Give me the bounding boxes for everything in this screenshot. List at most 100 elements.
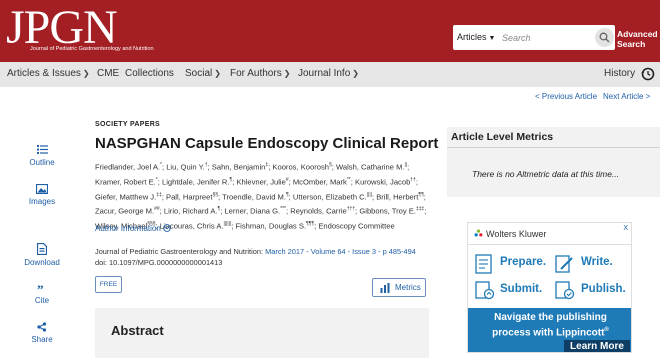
chevron-circle-down-icon — [163, 224, 171, 232]
author-name[interactable]: McOmber, Mark — [293, 177, 347, 186]
ad-step-prepare: Prepare. — [500, 256, 547, 268]
nav-cme[interactable]: CME — [97, 68, 119, 79]
pencil-icon — [555, 255, 573, 273]
ad-brand-name: Wolters Kluwer — [486, 229, 547, 239]
author-name[interactable]: Lirio, Richard A. — [164, 207, 218, 216]
issue-link[interactable]: March 2017 - Volume 64 - Issue 3 - p 485… — [265, 247, 416, 256]
search-input[interactable] — [499, 25, 595, 50]
nav-label: Collections — [125, 68, 174, 79]
author-affiliation-marker: §§ — [212, 191, 218, 198]
advanced-search-line1: Advanced — [617, 29, 658, 39]
abstract-section: Abstract — [95, 308, 429, 358]
share-icon — [37, 322, 47, 332]
metrics-label: Metrics — [395, 283, 421, 292]
author-name[interactable]: Giefer, Matthew J. — [95, 192, 156, 201]
altmetric-message: There is no Altmetric data at this time.… — [472, 169, 620, 179]
pdf-icon — [37, 243, 47, 255]
author-name[interactable]: Utterson, Elizabeth C. — [293, 192, 367, 201]
history-icon[interactable] — [641, 67, 655, 81]
nav-label: Articles & Issues — [7, 68, 81, 79]
author-affiliation-marker: † — [204, 162, 208, 168]
ad-close-icon[interactable]: X — [623, 225, 628, 232]
author-name[interactable]: Reynolds, Carrie — [290, 207, 347, 216]
quote-icon: ” — [37, 284, 44, 293]
nav-for-authors[interactable]: For Authors ❯ — [230, 68, 290, 79]
nav-articles-issues[interactable]: Articles & Issues ❯ — [7, 68, 90, 79]
author-name[interactable]: Troendle, David M. — [222, 192, 286, 201]
nav-history[interactable]: History — [604, 68, 635, 79]
search-type-label: Articles — [457, 32, 487, 42]
ad-step-write: Write. — [581, 256, 613, 268]
nav-collections[interactable]: Collections — [125, 68, 174, 79]
author-affiliation-marker: ¶ — [217, 206, 221, 213]
logo-subtitle: Journal of Pediatric Gastroenterology an… — [30, 46, 154, 52]
search-button[interactable] — [595, 28, 614, 47]
image-icon — [36, 184, 48, 194]
author-name[interactable]: Zacur, George M. — [95, 207, 154, 216]
author-name[interactable]: Friedlander, Joel A. — [95, 163, 160, 172]
ad-brand: Wolters Kluwer — [474, 229, 546, 239]
cite-label: Cite — [34, 296, 50, 305]
author-affiliation-marker: ¶¶¶ — [306, 221, 315, 228]
site-header: JPGN Journal of Pediatric Gastroenterolo… — [0, 0, 660, 62]
share-button[interactable]: Share — [15, 322, 69, 344]
outline-label: Outline — [29, 158, 55, 167]
author-affiliation-marker: †† — [410, 176, 416, 183]
author-name[interactable]: Fishman, Douglas S. — [236, 222, 306, 231]
advanced-search-link[interactable]: Advanced Search — [617, 29, 658, 49]
ad-step-publish: Publish. — [581, 283, 626, 295]
nav-label: For Authors — [230, 68, 282, 79]
chevron-down-icon: ❯ — [352, 69, 359, 78]
nav-label: Journal Info — [298, 68, 351, 79]
citation-block: Journal of Pediatric Gastroenterology an… — [95, 246, 435, 268]
author-name[interactable]: Khlevner, Julie — [236, 177, 285, 186]
author-name[interactable]: Kramer, Robert E. — [95, 177, 156, 186]
author-name[interactable]: Kurowski, Jacob — [355, 177, 410, 186]
author-affiliation-marker: # — [285, 176, 289, 183]
author-name[interactable]: Lightdale, Jenifer R. — [162, 177, 230, 186]
metrics-button[interactable]: Metrics — [372, 278, 426, 297]
download-button[interactable]: Download — [15, 243, 69, 267]
previous-article-link[interactable]: < Previous Article — [535, 92, 597, 101]
chevron-down-icon: ❯ — [214, 69, 221, 78]
abstract-heading: Abstract — [111, 323, 164, 338]
author-affiliation-marker: || — [404, 162, 408, 168]
journal-name: Journal of Pediatric Gastroenterology an… — [95, 247, 264, 256]
article-section-label: SOCIETY PAPERS — [95, 121, 161, 128]
outline-button[interactable]: Outline — [15, 144, 69, 167]
author-name[interactable]: Kooros, Koorosh — [272, 163, 329, 172]
images-label: Images — [28, 197, 56, 206]
author-name[interactable]: Lerner, Diana G. — [224, 207, 280, 216]
search-type-select[interactable]: Articles ▼ — [453, 25, 497, 50]
advertisement[interactable]: Wolters Kluwer X Prepare. Write. Submit.… — [467, 222, 632, 353]
caret-down-icon: ▼ — [488, 35, 496, 42]
author-name[interactable]: Liu, Quin Y. — [166, 163, 205, 172]
author-affiliation-marker: ## — [154, 206, 160, 213]
author-name[interactable]: Pall, Harpreet — [166, 192, 212, 201]
author-name[interactable]: Sahn, Benjamin — [212, 163, 266, 172]
upload-document-icon — [475, 281, 495, 300]
author-name[interactable]: Brill, Herbert — [376, 192, 418, 201]
next-article-link[interactable]: Next Article > — [603, 92, 650, 101]
history-label: History — [604, 68, 636, 79]
author-affiliation-marker: ‡‡ — [156, 191, 162, 198]
author-affiliation-marker: |||| — [366, 191, 372, 198]
author-name[interactable]: Gibbons, Troy E. — [359, 207, 416, 216]
author-affiliation-marker: * — [155, 176, 158, 183]
author-name[interactable]: Endoscopy Committee — [318, 222, 394, 231]
author-list: Friedlander, Joel A.*; Liu, Quin Y.†; Sa… — [95, 162, 427, 231]
learn-more-button[interactable]: Learn More — [564, 340, 630, 352]
author-affiliation-marker: * — [160, 162, 162, 168]
author-name[interactable]: Walsh, Catharine M. — [336, 163, 405, 172]
author-affiliation-marker: ¶ — [285, 191, 289, 198]
author-information-toggle[interactable]: Author Information — [95, 224, 171, 233]
nav-journal-info[interactable]: Journal Info ❯ — [298, 68, 359, 79]
ad-banner-line2: process with Lippincott — [492, 327, 605, 339]
author-affiliation-marker: |||||| — [223, 221, 232, 228]
cite-button[interactable]: ” Cite — [15, 284, 69, 305]
author-affiliation-marker: ‡ — [265, 162, 269, 168]
metrics-panel-heading: Article Level Metrics — [451, 131, 554, 143]
ad-banner-text: Navigate the publishing process with Lip… — [492, 312, 609, 339]
images-button[interactable]: Images — [15, 184, 69, 206]
nav-social[interactable]: Social ❯ — [185, 68, 221, 79]
